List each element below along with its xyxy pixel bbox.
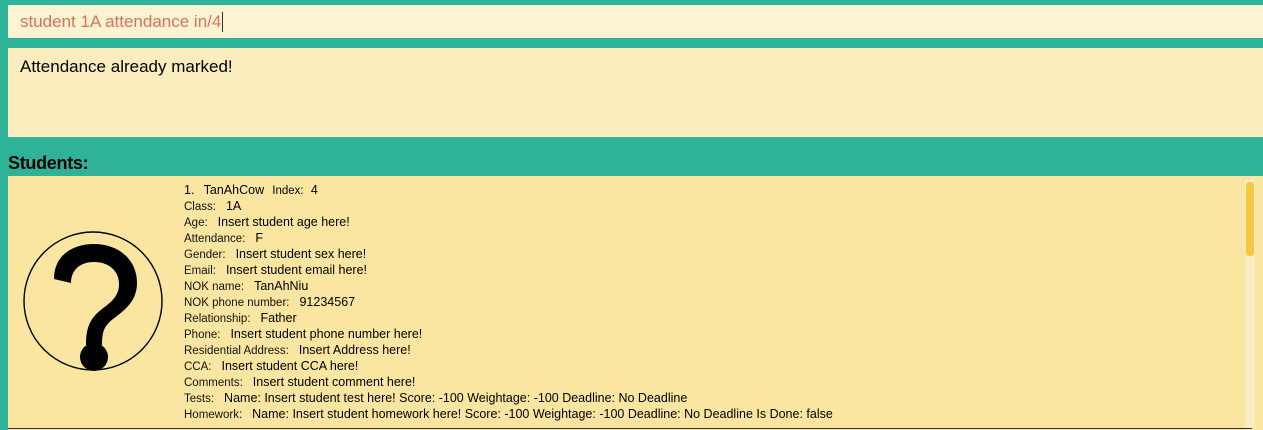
- field-value: Name: Insert student test here! Score: -…: [224, 391, 688, 405]
- left-accent-strip: [0, 0, 8, 430]
- field-value: Insert student phone number here!: [230, 327, 423, 341]
- field-label: Gender:: [184, 249, 226, 261]
- students-panel-title: Students:: [8, 153, 89, 173]
- field-label: Age:: [184, 217, 208, 229]
- text-caret: [222, 11, 224, 32]
- field-label: Residential Address:: [184, 345, 289, 357]
- field-value: 1A: [225, 199, 242, 213]
- question-mark-icon: [23, 231, 163, 371]
- student-field-row: Residential Address: Insert Address here!: [184, 342, 833, 358]
- result-display: Attendance already marked!: [8, 48, 1263, 137]
- student-field-row: Comments: Insert student comment here!: [184, 374, 833, 390]
- command-input-text: student 1A attendance in/4: [20, 11, 222, 31]
- student-field-row: Phone: Insert student phone number here!: [184, 326, 833, 342]
- field-label: Email:: [184, 265, 216, 277]
- field-label: Tests:: [184, 393, 215, 405]
- field-label: NOK name:: [184, 281, 245, 293]
- field-value: Insert student sex here!: [235, 247, 367, 261]
- field-value: Name: Insert student homework here! Scor…: [252, 407, 833, 421]
- index-label: Index:: [272, 185, 304, 197]
- field-value: 91234567: [299, 295, 356, 309]
- field-value: Insert student CCA here!: [221, 359, 359, 373]
- field-value: Insert student age here!: [217, 215, 350, 229]
- field-label: Relationship:: [184, 313, 251, 325]
- field-label: Homework:: [184, 409, 243, 421]
- student-position: 1.: [184, 183, 195, 197]
- field-value: Insert Address here!: [298, 343, 411, 357]
- student-details: 1. TanAhCow Index: 4 Class: 1A Age: Insert …: [184, 182, 833, 422]
- student-field-row: Email: Insert student email here!: [184, 262, 833, 278]
- student-field-row: Relationship: Father: [184, 310, 833, 326]
- student-field-row: CCA: Insert student CCA here!: [184, 358, 833, 374]
- field-value: F: [255, 231, 264, 245]
- student-field-row: Class: 1A: [184, 198, 833, 214]
- student-field-row: Homework: Name: Insert student homework h…: [184, 406, 833, 422]
- student-name: TanAhCow: [203, 183, 265, 197]
- field-label: NOK phone number:: [184, 297, 290, 309]
- student-field-row: Gender: Insert student sex here!: [184, 246, 833, 262]
- result-message: Attendance already marked!: [20, 57, 233, 76]
- student-list-panel[interactable]: 1. TanAhCow Index: 4 Class: 1A Age: Insert …: [8, 176, 1263, 430]
- student-name-row: 1. TanAhCow Index: 4: [184, 182, 833, 198]
- field-label: Attendance:: [184, 233, 246, 245]
- field-value: TanAhNiu: [254, 279, 309, 293]
- student-field-row: Attendance: F: [184, 230, 833, 246]
- field-label: CCA:: [184, 361, 212, 373]
- scrollbar-thumb[interactable]: [1246, 182, 1254, 256]
- student-card[interactable]: 1. TanAhCow Index: 4 Class: 1A Age: Insert …: [8, 176, 1252, 429]
- field-label: Comments:: [184, 377, 243, 389]
- field-value: Insert student email here!: [225, 263, 367, 277]
- student-field-row: NOK name: TanAhNiu: [184, 278, 833, 294]
- index-value: 4: [310, 183, 318, 197]
- student-field-row: Tests: Name: Insert student test here! Sc…: [184, 390, 833, 406]
- student-field-row: Age: Insert student age here!: [184, 214, 833, 230]
- student-field-row: NOK phone number: 91234567: [184, 294, 833, 310]
- field-value: Father: [260, 311, 297, 325]
- field-value: Insert student comment here!: [252, 375, 416, 389]
- field-label: Class:: [184, 201, 216, 213]
- command-input[interactable]: student 1A attendance in/4: [8, 5, 1263, 38]
- field-label: Phone:: [184, 329, 221, 341]
